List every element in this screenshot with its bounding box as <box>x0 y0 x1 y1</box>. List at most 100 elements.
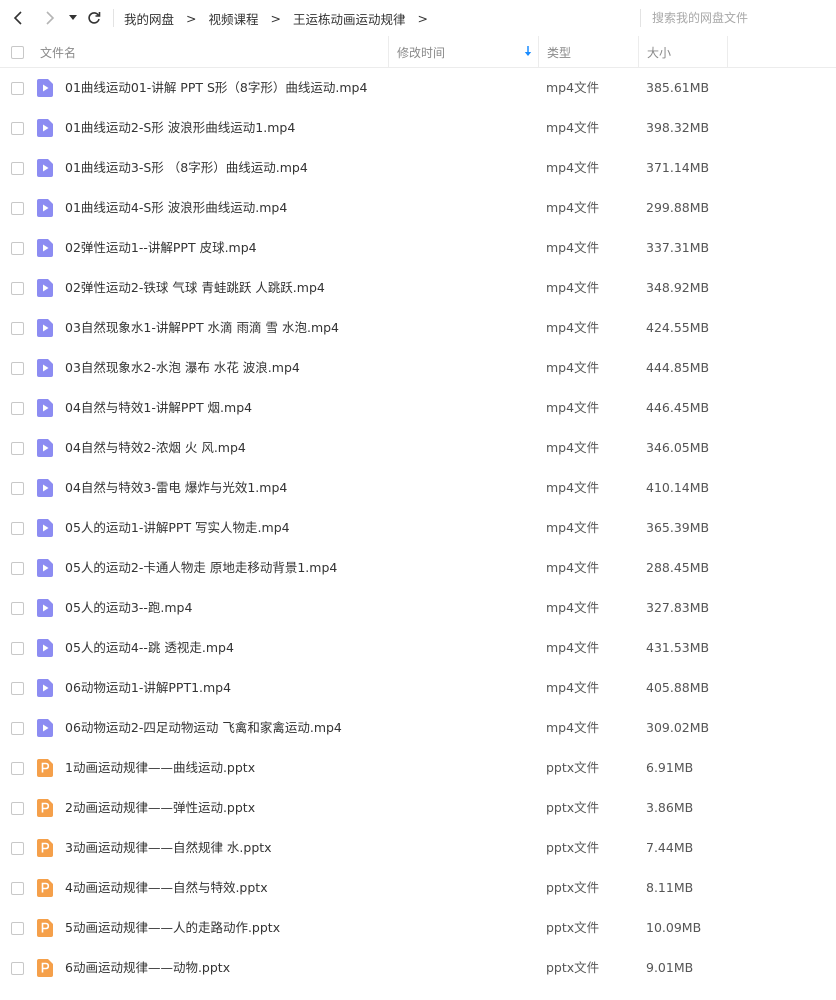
file-name[interactable]: 6动画运动规律——动物.pptx <box>65 948 230 988</box>
file-row-checkbox[interactable] <box>11 562 24 575</box>
file-row[interactable]: 04自然与特效3-雷电 爆炸与光效1.mp4 mp4文件 410.14MB <box>0 468 836 508</box>
file-name[interactable]: 05人的运动2-卡通人物走 原地走移动背景1.mp4 <box>65 548 337 588</box>
column-header-modified-time[interactable]: 修改时间 <box>388 36 538 68</box>
file-row[interactable]: 4动画运动规律——自然与特效.pptx pptx文件 8.11MB <box>0 868 836 908</box>
file-name[interactable]: 05人的运动4--跳 透视走.mp4 <box>65 628 234 668</box>
file-name[interactable]: 02弹性运动1--讲解PPT 皮球.mp4 <box>65 228 257 268</box>
file-row[interactable]: 04自然与特效1-讲解PPT 烟.mp4 mp4文件 446.45MB <box>0 388 836 428</box>
file-row[interactable]: 03自然现象水1-讲解PPT 水滴 雨滴 雪 水泡.mp4 mp4文件 424.55… <box>0 308 836 348</box>
file-row-checkbox[interactable] <box>11 922 24 935</box>
column-header-size[interactable]: 大小 <box>638 36 728 68</box>
video-file-icon <box>37 279 53 297</box>
file-row[interactable]: 3动画运动规律——自然规律 水.pptx pptx文件 7.44MB <box>0 828 836 868</box>
file-name[interactable]: 01曲线运动2-S形 波浪形曲线运动1.mp4 <box>65 108 295 148</box>
file-row[interactable]: 06动物运动2-四足动物运动 飞禽和家禽运动.mp4 mp4文件 309.02MB <box>0 708 836 748</box>
video-file-icon <box>37 679 53 697</box>
file-row-checkbox[interactable] <box>11 122 24 135</box>
forward-button[interactable] <box>38 7 60 29</box>
file-type: mp4文件 <box>546 400 600 415</box>
file-name[interactable]: 06动物运动1-讲解PPT1.mp4 <box>65 668 231 708</box>
file-name[interactable]: 04自然与特效1-讲解PPT 烟.mp4 <box>65 388 252 428</box>
file-name[interactable]: 02弹性运动2-铁球 气球 青蛙跳跃 人跳跃.mp4 <box>65 268 325 308</box>
select-all-checkbox[interactable] <box>11 46 24 59</box>
breadcrumb-item-my-drive[interactable]: 我的网盘 <box>124 9 174 28</box>
file-name[interactable]: 01曲线运动01-讲解 PPT S形（8字形）曲线运动.mp4 <box>65 68 367 108</box>
file-name[interactable]: 1动画运动规律——曲线运动.pptx <box>65 748 255 788</box>
file-row-checkbox[interactable] <box>11 602 24 615</box>
column-time-label: 修改时间 <box>397 45 446 60</box>
file-row-checkbox[interactable] <box>11 722 24 735</box>
video-file-icon <box>37 599 53 617</box>
file-row-checkbox[interactable] <box>11 82 24 95</box>
file-row-checkbox[interactable] <box>11 322 24 335</box>
file-row[interactable]: 05人的运动2-卡通人物走 原地走移动背景1.mp4 mp4文件 288.45MB <box>0 548 836 588</box>
file-row-checkbox[interactable] <box>11 362 24 375</box>
file-row[interactable]: 6动画运动规律——动物.pptx pptx文件 9.01MB <box>0 948 836 988</box>
file-size: 299.88MB <box>646 200 710 215</box>
file-name[interactable]: 01曲线运动4-S形 波浪形曲线运动.mp4 <box>65 188 287 228</box>
file-name[interactable]: 04自然与特效3-雷电 爆炸与光效1.mp4 <box>65 468 287 508</box>
file-row-checkbox[interactable] <box>11 482 24 495</box>
file-name[interactable]: 04自然与特效2-浓烟 火 风.mp4 <box>65 428 246 468</box>
file-row[interactable]: 2动画运动规律——弹性运动.pptx pptx文件 3.86MB <box>0 788 836 828</box>
file-type: mp4文件 <box>546 240 600 255</box>
file-row-checkbox[interactable] <box>11 882 24 895</box>
file-name[interactable]: 06动物运动2-四足动物运动 飞禽和家禽运动.mp4 <box>65 708 342 748</box>
file-row[interactable]: 01曲线运动2-S形 波浪形曲线运动1.mp4 mp4文件 398.32MB <box>0 108 836 148</box>
search-input[interactable] <box>652 6 802 30</box>
file-name[interactable]: 03自然现象水1-讲解PPT 水滴 雨滴 雪 水泡.mp4 <box>65 308 339 348</box>
file-name[interactable]: 01曲线运动3-S形 （8字形）曲线运动.mp4 <box>65 148 308 188</box>
file-row[interactable]: 02弹性运动2-铁球 气球 青蛙跳跃 人跳跃.mp4 mp4文件 348.92MB <box>0 268 836 308</box>
pptx-file-icon <box>37 959 53 977</box>
file-row[interactable]: 01曲线运动4-S形 波浪形曲线运动.mp4 mp4文件 299.88MB <box>0 188 836 228</box>
file-type: pptx文件 <box>546 960 600 975</box>
file-row-checkbox[interactable] <box>11 442 24 455</box>
file-row[interactable]: 02弹性运动1--讲解PPT 皮球.mp4 mp4文件 337.31MB <box>0 228 836 268</box>
file-row-checkbox[interactable] <box>11 962 24 975</box>
file-name[interactable]: 3动画运动规律——自然规律 水.pptx <box>65 828 272 868</box>
breadcrumb-item-video-courses[interactable]: 视频课程 <box>209 9 259 28</box>
breadcrumb-expand-arrow[interactable]: > <box>418 11 428 26</box>
file-name[interactable]: 05人的运动3--跑.mp4 <box>65 588 192 628</box>
file-row-checkbox[interactable] <box>11 682 24 695</box>
file-row-checkbox[interactable] <box>11 762 24 775</box>
file-row[interactable]: 01曲线运动01-讲解 PPT S形（8字形）曲线运动.mp4 mp4文件 385.… <box>0 68 836 108</box>
file-row-checkbox[interactable] <box>11 202 24 215</box>
file-row[interactable]: 04自然与特效2-浓烟 火 风.mp4 mp4文件 346.05MB <box>0 428 836 468</box>
file-row[interactable]: 05人的运动3--跑.mp4 mp4文件 327.83MB <box>0 588 836 628</box>
column-name-label: 文件名 <box>40 45 77 60</box>
file-name[interactable]: 03自然现象水2-水泡 瀑布 水花 波浪.mp4 <box>65 348 300 388</box>
file-row[interactable]: 06动物运动1-讲解PPT1.mp4 mp4文件 405.88MB <box>0 668 836 708</box>
file-name[interactable]: 05人的运动1-讲解PPT 写实人物走.mp4 <box>65 508 290 548</box>
file-row-checkbox[interactable] <box>11 242 24 255</box>
file-row-checkbox[interactable] <box>11 162 24 175</box>
video-file-icon <box>37 239 53 257</box>
search-divider <box>640 9 641 27</box>
file-row-checkbox[interactable] <box>11 522 24 535</box>
breadcrumb-item-current-folder[interactable]: 王运栋动画运动规律 <box>293 9 406 28</box>
refresh-button[interactable] <box>83 7 105 29</box>
column-header-type[interactable]: 类型 <box>538 36 638 68</box>
file-row[interactable]: 03自然现象水2-水泡 瀑布 水花 波浪.mp4 mp4文件 444.85MB <box>0 348 836 388</box>
file-type: pptx文件 <box>546 800 600 815</box>
breadcrumb-separator: > <box>186 10 197 26</box>
file-row[interactable]: 05人的运动4--跳 透视走.mp4 mp4文件 431.53MB <box>0 628 836 668</box>
column-header-name[interactable]: 文件名 <box>40 36 76 68</box>
file-size: 410.14MB <box>646 480 710 495</box>
chevron-left-icon <box>13 11 22 25</box>
file-row-checkbox[interactable] <box>11 842 24 855</box>
file-row[interactable]: 05人的运动1-讲解PPT 写实人物走.mp4 mp4文件 365.39MB <box>0 508 836 548</box>
file-row-checkbox[interactable] <box>11 642 24 655</box>
history-dropdown-button[interactable] <box>62 7 84 29</box>
file-name[interactable]: 2动画运动规律——弹性运动.pptx <box>65 788 255 828</box>
file-name[interactable]: 4动画运动规律——自然与特效.pptx <box>65 868 268 908</box>
back-button[interactable] <box>8 7 30 29</box>
file-row-checkbox[interactable] <box>11 282 24 295</box>
file-row[interactable]: 1动画运动规律——曲线运动.pptx pptx文件 6.91MB <box>0 748 836 788</box>
file-name[interactable]: 5动画运动规律——人的走路动作.pptx <box>65 908 280 948</box>
file-type: mp4文件 <box>546 640 600 655</box>
file-row[interactable]: 01曲线运动3-S形 （8字形）曲线运动.mp4 mp4文件 371.14MB <box>0 148 836 188</box>
file-row-checkbox[interactable] <box>11 802 24 815</box>
file-row-checkbox[interactable] <box>11 402 24 415</box>
file-row[interactable]: 5动画运动规律——人的走路动作.pptx pptx文件 10.09MB <box>0 908 836 948</box>
